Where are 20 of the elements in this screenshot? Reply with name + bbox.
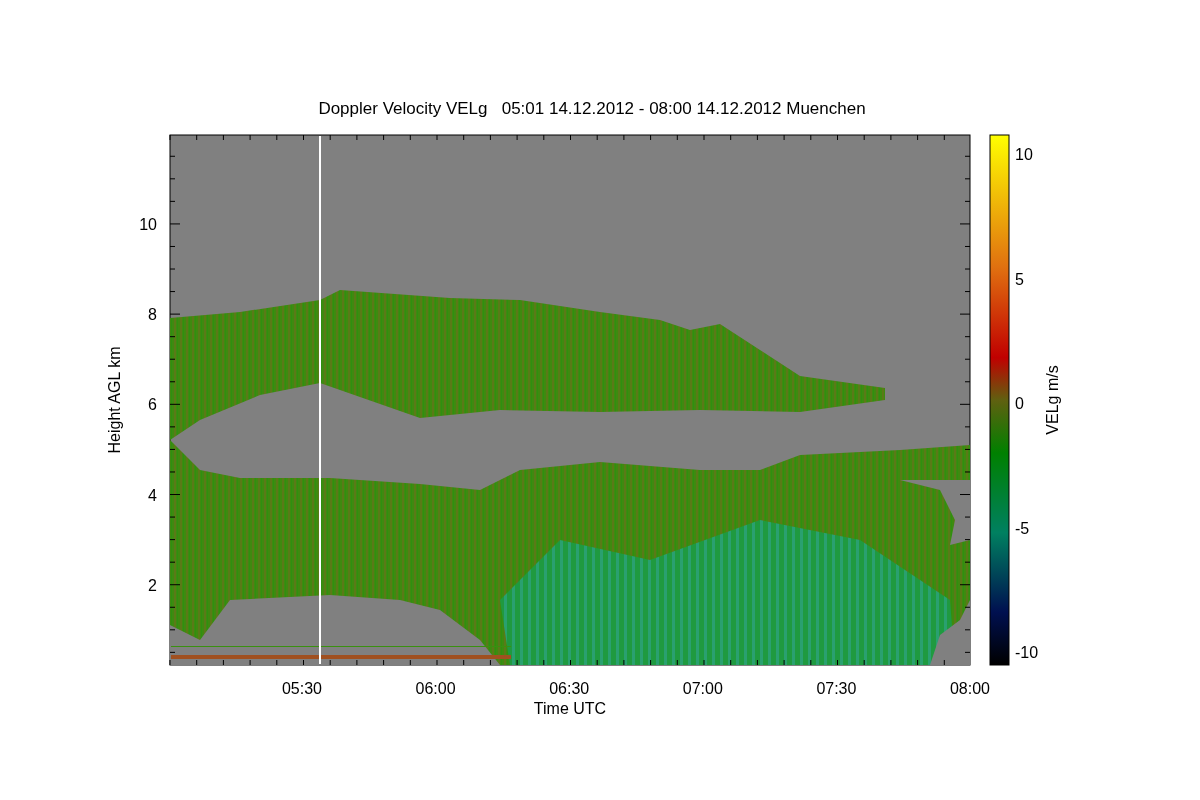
color-scale-tick-label: -5 (1015, 519, 1030, 537)
y-tick-label: 4 (148, 486, 157, 504)
y-tick-label: 10 (139, 215, 157, 233)
x-axis-label: Time UTC (533, 700, 607, 717)
x-tick-label: 08:00 (950, 680, 990, 697)
color-scale-tick-label: 10 (1015, 146, 1033, 163)
color-scale-tick-label: -10 (1015, 644, 1039, 661)
y-tick-label: 8 (148, 306, 157, 324)
y-axis-label: Height AGL km (106, 346, 123, 454)
color-scale-label: VELg m/s (1044, 365, 1061, 435)
color-scale-tick-label: 5 (1015, 270, 1024, 288)
x-tick-label: 06:00 (415, 680, 456, 697)
color-scale-tick-label: 0 (1015, 395, 1024, 412)
chart-title: Doppler Velocity VELg 05:01 14.12.2012 - 08:00 14.12.2012 Muenchen (318, 99, 866, 118)
x-tick-label: 07:30 (816, 680, 857, 697)
x-tick-label: 05:30 (282, 680, 322, 697)
y-tick-label: 2 (148, 576, 157, 594)
y-tick-label: 6 (148, 396, 157, 414)
x-tick-label: 07:00 (682, 680, 723, 697)
x-tick-label: 06:30 (549, 680, 590, 697)
